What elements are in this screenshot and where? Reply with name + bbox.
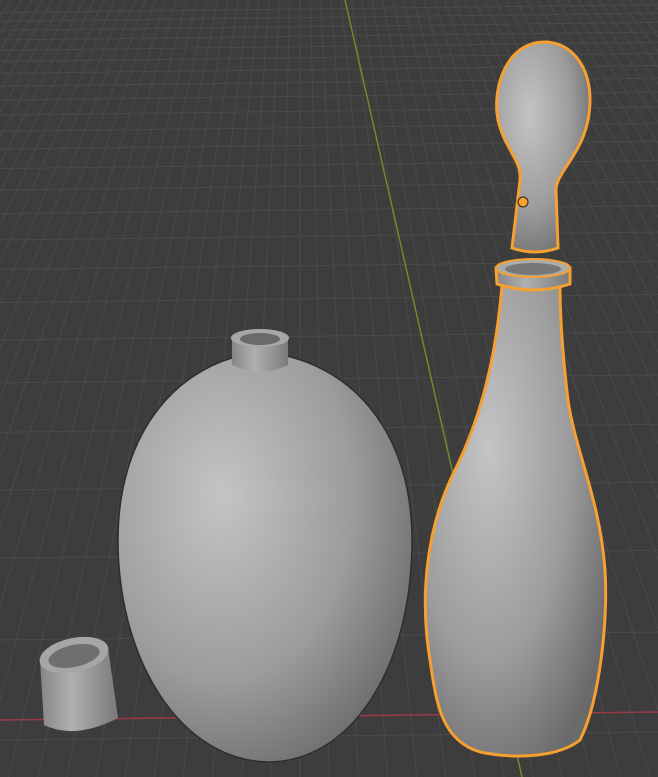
- round-bottle-object[interactable]: [117, 329, 413, 763]
- grid-line: [0, 0, 33, 52]
- tall-bottle-object-selected[interactable]: [423, 258, 608, 758]
- grid-line: [629, 0, 658, 38]
- grid-line: [0, 0, 12, 18]
- 3d-viewport[interactable]: [0, 0, 658, 777]
- origin-point: [517, 196, 529, 208]
- cap-object[interactable]: [36, 631, 118, 732]
- grid-line: [0, 0, 2, 3]
- grid-line: [0, 21, 658, 31]
- grid-line: [619, 0, 658, 53]
- grid-line: [608, 0, 658, 68]
- viewport-canvas[interactable]: [0, 0, 658, 777]
- grid-line: [0, 231, 658, 241]
- grid-line: [0, 0, 43, 71]
- stopper-object-selected[interactable]: [495, 40, 592, 254]
